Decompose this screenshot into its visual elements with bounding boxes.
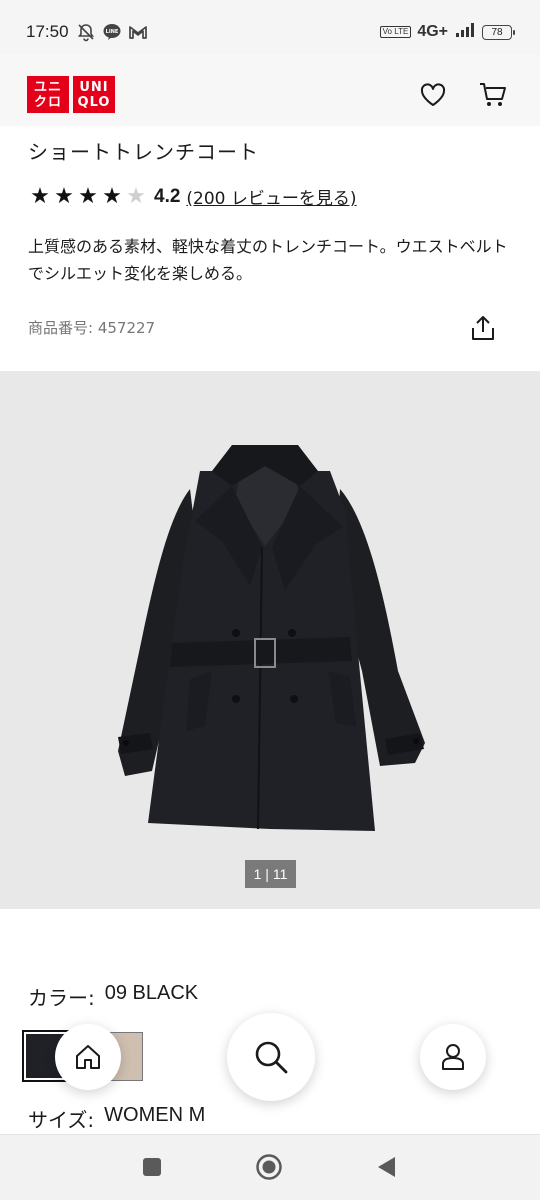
- line-app-icon: LINE: [102, 22, 122, 46]
- account-button[interactable]: [420, 1024, 486, 1090]
- share-icon: [472, 316, 494, 340]
- search-icon: [255, 1041, 288, 1074]
- account-icon: [442, 1044, 464, 1070]
- rating-value: 4.2: [154, 185, 181, 207]
- star-filled-icon: ★: [78, 183, 98, 209]
- product-image-gallery[interactable]: 1 | 11: [0, 371, 540, 909]
- product-number: 商品番号: 457227: [28, 319, 156, 337]
- search-button[interactable]: [227, 1013, 315, 1101]
- logo-box-latin: UNI QLO: [73, 76, 115, 113]
- color-value: 09 BLACK: [104, 982, 199, 1004]
- battery-icon: 78: [482, 24, 515, 40]
- star-filled-icon: ★: [54, 183, 74, 209]
- signal-icon: [454, 22, 476, 42]
- heart-icon: [420, 83, 446, 106]
- product-title: ショートトレンチコート: [28, 140, 259, 164]
- status-time: 17:50: [26, 22, 69, 41]
- muted-bell-icon: [76, 22, 96, 46]
- home-circle-icon: [256, 1154, 282, 1180]
- size-value: WOMEN M: [104, 1104, 206, 1126]
- network-type: 4G+: [417, 23, 448, 40]
- gmail-icon: [128, 22, 148, 46]
- star-filled-icon: ★: [30, 183, 50, 209]
- cart-icon: [480, 83, 506, 106]
- product-description: 上質感のある素材、軽快な着丈のトレンチコート。ウエストベルトでシルエット変化を楽…: [28, 237, 508, 283]
- star-empty-icon: ★: [126, 183, 146, 209]
- trench-coat-image: [118, 445, 425, 831]
- svg-text:LINE: LINE: [106, 29, 119, 35]
- logo-box-katakana: ユニ クロ: [27, 76, 69, 113]
- recents-button[interactable]: [136, 1152, 168, 1182]
- color-selector-label: カラー: 09 BLACK: [28, 982, 198, 1011]
- system-home-button[interactable]: [253, 1152, 285, 1182]
- gallery-counter: 1 | 11: [245, 860, 296, 888]
- home-icon: [76, 1045, 100, 1069]
- status-indicators: Vo LTE 4G+ 78: [379, 22, 515, 42]
- size-label: サイズ:: [28, 1108, 95, 1132]
- recents-icon: [143, 1158, 161, 1176]
- reviews-link[interactable]: (200 レビューを見る): [186, 184, 356, 209]
- uniqlo-logo[interactable]: ユニ クロ UNI QLO: [27, 76, 115, 113]
- share-button[interactable]: [468, 312, 498, 344]
- cart-button[interactable]: [478, 80, 508, 110]
- status-bar: 17:50 LINE Vo LTE 4G+ 78: [0, 0, 540, 54]
- home-button[interactable]: [55, 1024, 121, 1090]
- rating-row: ★ ★ ★ ★ ★ 4.2 (200 レビューを見る): [28, 183, 356, 209]
- wishlist-button[interactable]: [418, 80, 448, 110]
- volte-badge: Vo LTE: [379, 26, 412, 38]
- size-selector-label: サイズ: WOMEN M: [28, 1104, 205, 1133]
- color-label: カラー:: [28, 986, 95, 1010]
- star-filled-icon: ★: [102, 183, 122, 209]
- back-icon: [378, 1157, 395, 1177]
- back-button[interactable]: [370, 1152, 402, 1182]
